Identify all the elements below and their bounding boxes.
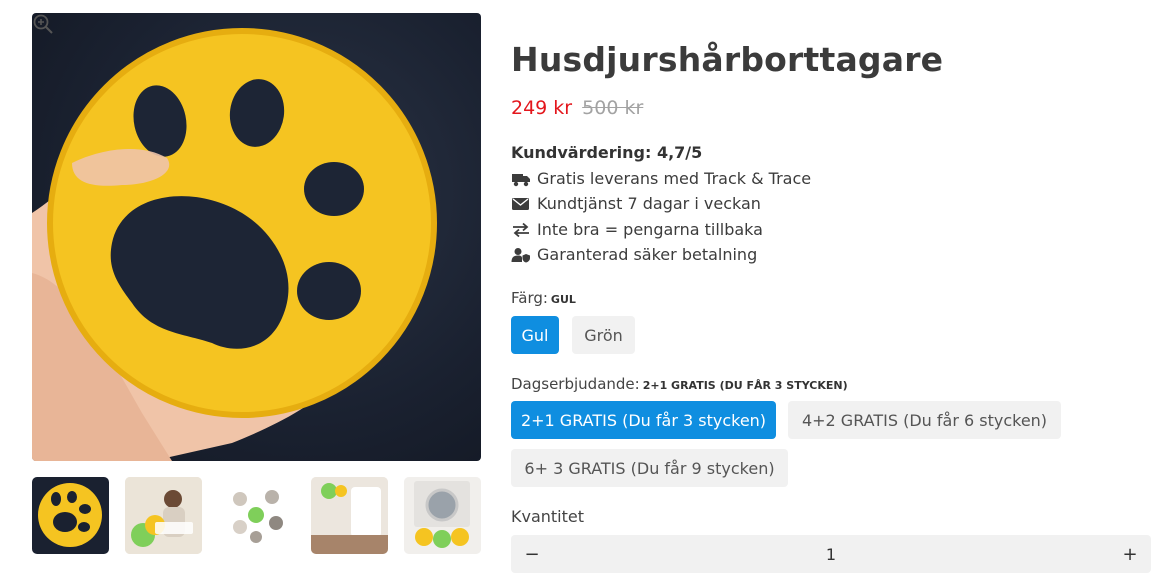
- feature-secure-payment: Garanterad säker betalning: [511, 245, 757, 264]
- quantity-increase-button[interactable]: +: [1111, 535, 1149, 573]
- thumb-yellow-paw[interactable]: [32, 477, 109, 554]
- color-label: Färg: GUL: [511, 289, 576, 307]
- feature-shipping: Gratis leverans med Track & Trace: [511, 169, 811, 188]
- customer-rating: Kundvärdering: 4,7/5: [511, 143, 703, 162]
- feature-text: Inte bra = pengarna tillbaka: [537, 220, 763, 239]
- quantity-input[interactable]: 1: [551, 535, 1111, 573]
- deal-selected-value: 2+1 GRATIS (DU FÅR 3 STYCKEN): [642, 379, 848, 392]
- thumb-green-paw-laundry[interactable]: [311, 477, 388, 554]
- quantity-stepper: − 1 +: [511, 535, 1151, 573]
- feature-support: Kundtjänst 7 dagar i veckan: [511, 194, 761, 213]
- original-price: 500 kr: [582, 97, 644, 119]
- sale-price: 249 kr: [511, 97, 573, 119]
- color-option-gul[interactable]: Gul: [511, 316, 559, 354]
- deal-option-2plus1[interactable]: 2+1 GRATIS (Du får 3 stycken): [511, 401, 776, 439]
- thumbnail-strip: [32, 477, 481, 554]
- deal-option-4plus2[interactable]: 4+2 GRATIS (Du får 6 stycken): [788, 401, 1061, 439]
- thumb-washing-machine[interactable]: [404, 477, 481, 554]
- zoom-icon[interactable]: [32, 13, 54, 35]
- feature-money-back: Inte bra = pengarna tillbaka: [511, 220, 763, 239]
- deal-option-6plus3[interactable]: 6+ 3 GRATIS (Du får 9 stycken): [511, 449, 788, 487]
- feature-text: Gratis leverans med Track & Trace: [537, 169, 812, 188]
- envelope-icon: [512, 197, 529, 210]
- price-block: 249 kr 500 kr: [511, 97, 643, 119]
- color-option-gron[interactable]: Grön: [572, 316, 635, 354]
- feature-text: Kundtjänst 7 dagar i veckan: [537, 194, 761, 213]
- color-selected-value: GUL: [550, 293, 576, 306]
- thumb-woman-laundry[interactable]: [125, 477, 202, 554]
- product-title: Husdjurshårborttagare: [511, 40, 944, 79]
- user-shield-icon: [511, 247, 530, 262]
- quantity-decrease-button[interactable]: −: [513, 535, 551, 573]
- exchange-icon: [513, 222, 529, 237]
- quantity-label: Kvantitet: [511, 507, 585, 526]
- feature-text: Garanterad säker betalning: [537, 245, 758, 264]
- truck-icon: [512, 173, 530, 186]
- deal-label: Dagserbjudande: 2+1 GRATIS (DU FÅR 3 STYC…: [511, 375, 848, 393]
- thumb-infographic[interactable]: [218, 477, 295, 554]
- main-product-image[interactable]: [32, 13, 481, 461]
